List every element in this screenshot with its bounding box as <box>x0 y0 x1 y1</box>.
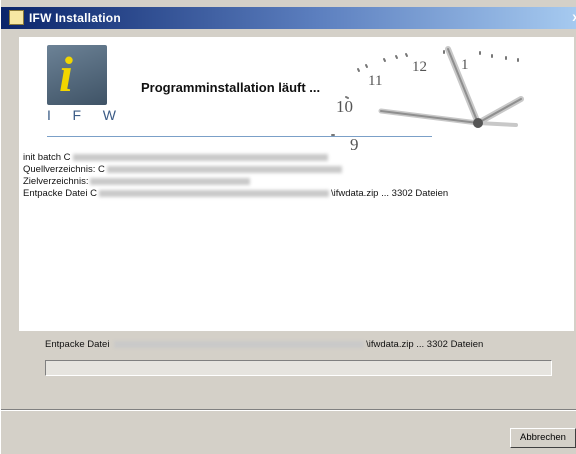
header-divider <box>47 136 432 137</box>
log-line: Quellverzeichnis: C <box>23 164 448 176</box>
redacted-path <box>72 153 328 161</box>
status-text: Entpacke Datei \ifwdata.zip ... 3302 Dat… <box>45 339 483 350</box>
status-prefix: Entpacke Datei <box>45 339 110 350</box>
log-text: Quellverzeichnis: C <box>23 164 105 175</box>
cancel-button[interactable]: Abbrechen <box>510 428 576 448</box>
logo-letter: W <box>102 107 117 123</box>
app-icon <box>9 10 24 25</box>
title-bar[interactable]: IFW Installation x <box>1 7 576 29</box>
installer-window: IFW Installation x i I F W Programminsta… <box>0 0 576 454</box>
ifw-logo: i <box>47 45 107 105</box>
status-suffix: \ifwdata.zip ... 3302 Dateien <box>366 339 484 350</box>
log-text: \ifwdata.zip ... 3302 Dateien <box>330 188 449 199</box>
logo-text: I F W <box>47 107 117 123</box>
install-heading: Programminstallation läuft ... <box>141 80 321 95</box>
redacted-path <box>106 165 342 173</box>
clock-number-1: 1 <box>461 57 469 73</box>
redacted-path <box>98 189 329 197</box>
log-line: init batch C <box>23 152 448 164</box>
log-line: Entpacke Datei C \ifwdata.zip ... 3302 Da… <box>23 188 448 200</box>
footer-divider-highlight <box>1 410 576 411</box>
log-text: Zielverzeichnis: <box>23 176 89 187</box>
window-title: IFW Installation <box>29 11 121 25</box>
clock-number-11: 11 <box>368 73 382 89</box>
redacted-path <box>114 340 365 348</box>
log-text: Entpacke Datei C <box>23 188 97 199</box>
logo-letter: I <box>47 107 52 123</box>
logo-letter: F <box>72 107 83 123</box>
install-log: init batch C Quellverzeichnis: C Zielver… <box>23 152 448 200</box>
redacted-path <box>90 177 251 185</box>
progress-bar <box>45 360 552 376</box>
logo-letter-i: i <box>59 46 73 102</box>
clock-number-10: 10 <box>336 97 353 116</box>
close-icon[interactable]: x <box>572 9 576 25</box>
clock-number-12: 12 <box>412 59 427 75</box>
clock-number-9: 9 <box>350 135 359 151</box>
log-text: init batch C <box>23 152 71 163</box>
clock-illustration: 11 12 1 10 9 <box>331 46 524 151</box>
content-panel: i I F W Programminstallation läuft ... 1… <box>19 37 574 331</box>
log-line: Zielverzeichnis: <box>23 176 448 188</box>
